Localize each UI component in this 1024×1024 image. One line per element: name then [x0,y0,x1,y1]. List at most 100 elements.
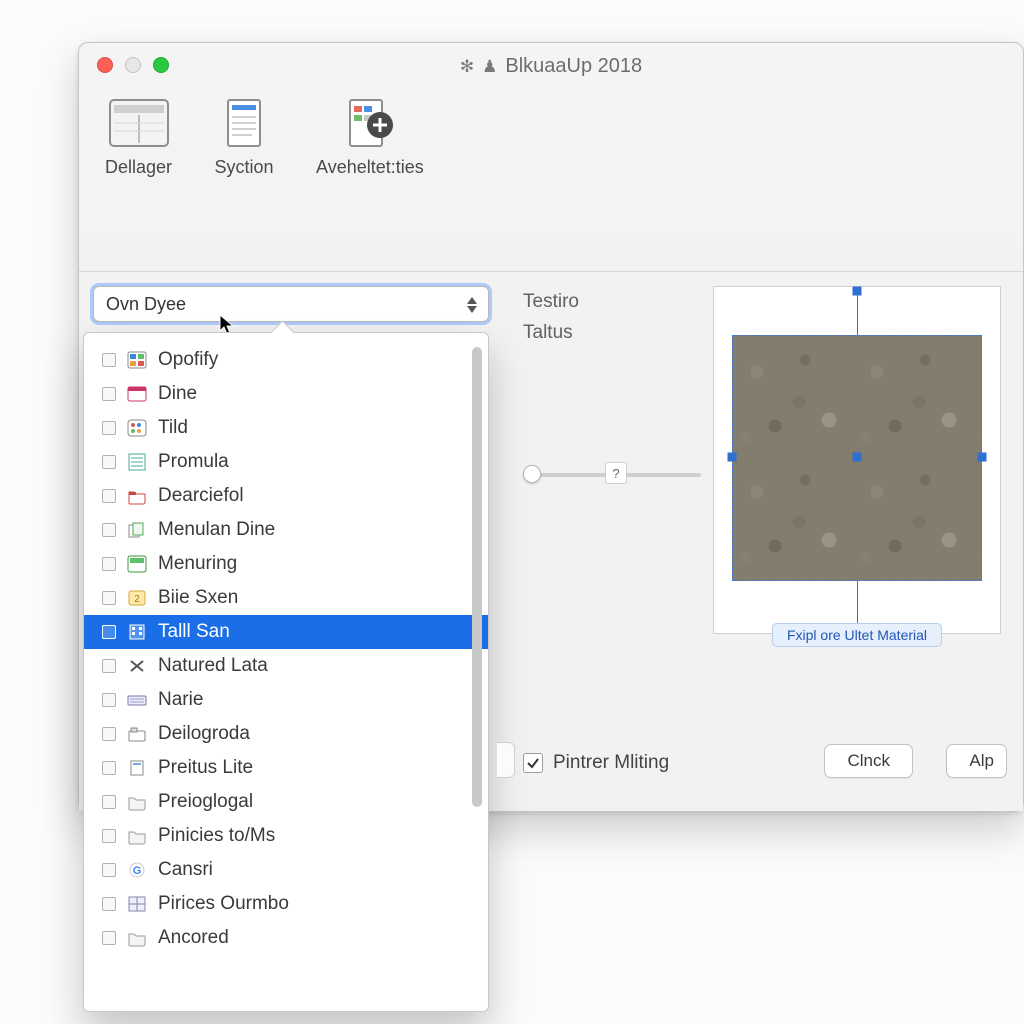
dropdown-item[interactable]: Menulan Dine [84,513,488,547]
folder-tab-icon [126,724,148,744]
handle-left[interactable] [728,453,737,462]
checkbox-icon [102,455,116,469]
dropdown-item-label: Promula [158,451,229,473]
dropdown-item[interactable]: Pirices Ourmbo [84,887,488,921]
preview-labels: Testiro Taltus [523,286,579,349]
dropdown-item[interactable]: Talll San [84,615,488,649]
dropdown-item[interactable]: Narie [84,683,488,717]
dropdown-item[interactable]: G Cansri [84,853,488,887]
dropdown-item[interactable]: Dine [84,377,488,411]
dropdown-item-label: Narie [158,689,203,711]
toolbar-item-label: Syction [215,157,274,178]
dropdown-item[interactable]: Preitus Lite [84,751,488,785]
dropdown-item[interactable]: Tild [84,411,488,445]
slider-value: ? [605,462,627,484]
checkbox-icon [102,557,116,571]
dropdown-item-label: Pinicies to/Ms [158,825,275,847]
window-title: ✻ ♟ BlkuaaUp 2018 [460,55,642,78]
folder-red-icon [126,486,148,506]
x-icon [126,656,148,676]
category-combobox[interactable]: Ovn Dyee [93,286,489,322]
dropdown-list: Opofify Dine Tild Promula Dearciefol Menulan … [84,339,488,959]
checkbox-icon [102,659,116,673]
dropdown-item-label: Talll San [158,621,230,643]
g-icon: G [126,860,148,880]
window-icon [126,384,148,404]
dropdown-item[interactable]: Natured Lata [84,649,488,683]
svg-text:2: 2 [134,594,140,605]
dropdown-item[interactable]: Ancored [84,921,488,955]
dropdown-item-label: Preitus Lite [158,757,253,779]
checkbox-icon [102,387,116,401]
app-badge-icon: ✻ [460,57,474,77]
dropdown-item-label: Deilogroda [158,723,250,745]
zoom-button[interactable] [153,57,169,73]
folder-icon [126,826,148,846]
keyboard-icon [126,690,148,710]
checkbox-icon [102,727,116,741]
dropdown-item[interactable]: Preioglogal [84,785,488,819]
close-button[interactable] [97,57,113,73]
dropdown-item-label: Ancored [158,927,229,949]
dropdown-item-label: Opofify [158,349,218,371]
toolbar-item-label: Aveheltet:ties [316,157,424,178]
label-testiro: Testiro [523,286,579,317]
dropdown-item-label: Biie Sxen [158,587,238,609]
minimize-button[interactable] [125,57,141,73]
checkbox-icon [102,931,116,945]
numbered-icon: 2 [126,588,148,608]
clnck-button[interactable]: Clnck [824,744,913,778]
dropdown-item[interactable]: Promula [84,445,488,479]
alp-button[interactable]: Alp [946,744,1007,778]
sheet-icon [126,452,148,472]
dropdown-item[interactable]: Pinicies to/Ms [84,819,488,853]
checkbox-icon [102,829,116,843]
toolbar-item-dellager[interactable]: Dellager [105,97,172,178]
toolbar-item-syction[interactable]: Syction [212,97,276,178]
handle-right[interactable] [978,453,987,462]
handle-top[interactable] [853,287,862,296]
scrollbar-thumb[interactable] [472,347,482,807]
option-pintrer-mliting[interactable]: Pintrer Mliting [523,752,669,774]
checkbox-icon [102,625,116,639]
preview-caption[interactable]: Fxipl ore Ultet Material [772,623,942,647]
label-taltus: Taltus [523,317,579,348]
dropdown-item[interactable]: Dearciefol [84,479,488,513]
stepper-arrows-icon [464,293,480,317]
material-preview[interactable]: Fxipl ore Ultet Material [713,286,1001,634]
handle-center[interactable] [853,453,862,462]
dropdown-item-label: Dine [158,383,197,405]
dropdown-item[interactable]: Menuring [84,547,488,581]
app-window: ✻ ♟ BlkuaaUp 2018 Dellager [78,42,1024,812]
dropdown-item[interactable]: Deilogroda [84,717,488,751]
scale-slider[interactable]: ? [523,464,701,484]
building-icon [126,622,148,642]
toolbar-item-aveheltetties[interactable]: Aveheltet:ties [316,97,424,178]
checkbox-icon [102,421,116,435]
slider-knob[interactable] [523,465,541,483]
dropdown-item-label: Menuring [158,553,237,575]
button-label: Alp [969,751,994,771]
content-area: Ovn Dyee Opofify Dine Tild Promula Dearciefo… [79,271,1023,811]
dropdown-item-label: Menulan Dine [158,519,275,541]
app-cup-icon: ♟ [482,57,497,77]
checkbox-icon [102,523,116,537]
checkbox-icon[interactable] [523,753,543,773]
document-add-icon [338,97,402,149]
dropdown-item[interactable]: Opofify [84,343,488,377]
button-label: Clnck [847,751,890,771]
window-title-text: BlkuaaUp 2018 [505,55,642,78]
panel-icon [107,97,171,149]
checkbox-label: Pintrer Mliting [553,752,669,774]
scrollbar-track[interactable] [470,341,484,1003]
dropdown-item[interactable]: 2 Biie Sxen [84,581,488,615]
checkbox-icon [102,863,116,877]
folder-icon [126,792,148,812]
dropdown-item-label: Cansri [158,859,213,881]
checkbox-icon [102,897,116,911]
combobox-value: Ovn Dyee [106,294,186,315]
dropdown-item-label: Pirices Ourmbo [158,893,289,915]
dropdown-item-label: Preioglogal [158,791,253,813]
panel-edge [497,742,515,778]
checkbox-icon [102,761,116,775]
